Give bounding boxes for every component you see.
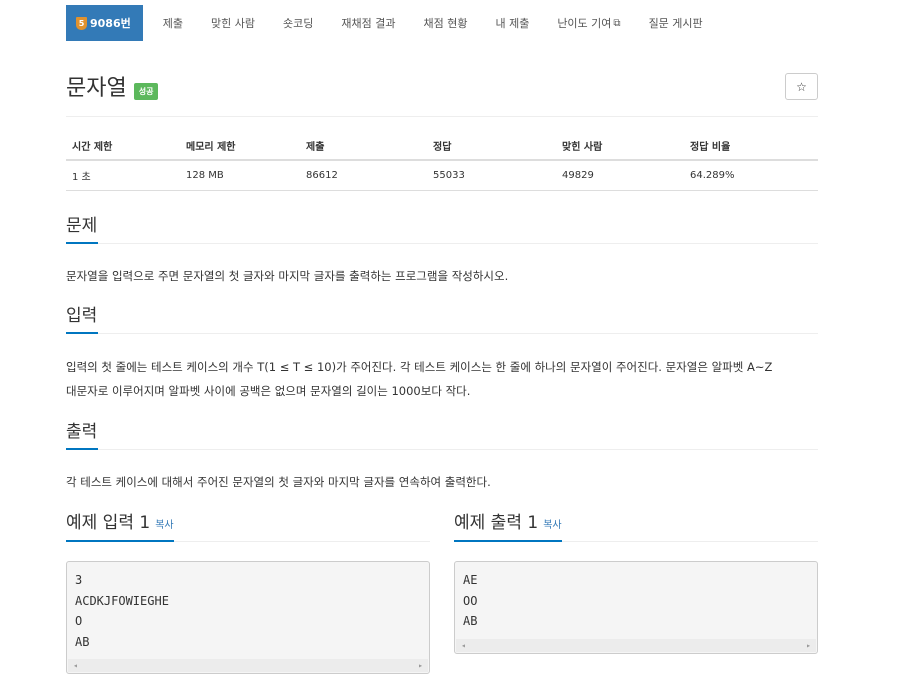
nav-question-board[interactable]: 질문 게시판 (635, 5, 717, 41)
example-input-line: AB (75, 634, 90, 649)
example-output-line: AB (463, 614, 478, 628)
copy-output-button[interactable]: 복사 (543, 520, 561, 531)
input-description: 입력의 첫 줄에는 테스트 케이스의 개수 T(1 ≤ T ≤ 10)가 주어진… (66, 355, 826, 403)
nav-difficulty-label: 난이도 기여 (557, 17, 612, 30)
page-title: 문자열 (66, 76, 127, 101)
example-input-line: 3 (75, 573, 83, 587)
problem-header: 문자열 성공 (66, 70, 159, 102)
star-icon: ☆ (796, 79, 807, 94)
input-description-line-1: 입력의 첫 줄에는 테스트 케이스의 개수 T(1 ≤ T ≤ 10)가 주어진… (66, 360, 773, 374)
problem-info-table: 시간 제한 메모리 제한 제출 정답 맞힌 사람 정답 비율 1 초 128 M… (66, 131, 818, 191)
nav-problem-number[interactable]: 5 9086번 (66, 5, 143, 41)
status-badge: 성공 (133, 82, 159, 100)
copy-input-button[interactable]: 복사 (155, 520, 173, 531)
cell-accepted: 55033 (433, 170, 465, 181)
example-input-line: ACDKJFOWIEGHE (75, 593, 169, 608)
input-section-header: 입력 (66, 304, 818, 334)
example-output-box[interactable]: AE OO AB ◂ ▸ (454, 561, 818, 654)
example-output-line: AE (463, 573, 478, 587)
horizontal-scrollbar[interactable]: ◂ ▸ (68, 659, 428, 672)
nav-judge-status[interactable]: 채점 현황 (409, 5, 481, 41)
example-output-title-wrap: 예제 출력 1 복사 (454, 512, 562, 542)
cell-memory-limit: 128 MB (186, 170, 224, 181)
nav-problem-label: 9086번 (90, 17, 131, 30)
example-input-title: 예제 입력 1 (66, 513, 151, 533)
header-time-limit: 시간 제한 (72, 141, 113, 153)
scroll-left-icon[interactable]: ◂ (73, 661, 78, 670)
example-output-line: OO (463, 593, 478, 608)
title-divider (66, 116, 818, 117)
input-section-title: 입력 (66, 304, 99, 334)
external-link-icon: ⧉ (613, 17, 621, 29)
example-input-header: 예제 입력 1 복사 (66, 512, 430, 542)
header-accept-rate: 정답 비율 (690, 141, 731, 153)
tier-badge-icon: 5 (76, 16, 87, 30)
header-accepted: 정답 (433, 141, 452, 153)
header-memory-limit: 메모리 제한 (186, 141, 236, 153)
example-output-title: 예제 출력 1 (454, 513, 539, 533)
cell-time-limit: 1 초 (72, 172, 91, 183)
example-input-title-wrap: 예제 입력 1 복사 (66, 512, 174, 542)
cell-accept-rate: 64.289% (690, 170, 735, 181)
problem-description: 문자열을 입력으로 주면 문자열의 첫 글자와 마지막 글자를 출력하는 프로그… (66, 269, 509, 283)
scroll-right-icon[interactable]: ▸ (418, 661, 423, 670)
nav-rejudge-results[interactable]: 재채점 결과 (327, 5, 409, 41)
problem-section-title: 문제 (66, 214, 99, 244)
output-description: 각 테스트 케이스에 대해서 주어진 문자열의 첫 글자와 마지막 글자를 연속… (66, 475, 491, 489)
table-header-row: 시간 제한 메모리 제한 제출 정답 맞힌 사람 정답 비율 (66, 131, 818, 161)
nav-solved-users[interactable]: 맞힌 사람 (197, 5, 269, 41)
problem-section-header: 문제 (66, 214, 818, 244)
scroll-left-icon[interactable]: ◂ (461, 641, 466, 650)
header-submissions: 제출 (306, 141, 325, 153)
cell-solved-users: 49829 (562, 170, 594, 181)
nav-submit[interactable]: 제출 (149, 5, 197, 41)
favorite-button[interactable]: ☆ (785, 73, 818, 100)
example-output-header: 예제 출력 1 복사 (454, 512, 818, 542)
example-input-box[interactable]: 3 ACDKJFOWIEGHE O AB ◂ ▸ (66, 561, 430, 674)
output-section-title: 출력 (66, 420, 99, 450)
nav-my-submissions[interactable]: 내 제출 (481, 5, 543, 41)
output-section-header: 출력 (66, 420, 818, 450)
example-input-line: O (75, 614, 83, 628)
table-row: 1 초 128 MB 86612 55033 49829 64.289% (66, 161, 818, 191)
input-description-line-2: 대문자로 이루어지며 알파벳 사이에 공백은 없으며 문자열의 길이는 1000… (66, 384, 471, 398)
problem-nav: 5 9086번 제출 맞힌 사람 숏코딩 재채점 결과 채점 현황 내 제출 난… (66, 5, 717, 41)
nav-short-coding[interactable]: 숏코딩 (269, 5, 327, 41)
scroll-right-icon[interactable]: ▸ (806, 641, 811, 650)
nav-difficulty-contribution[interactable]: 난이도 기여 ⧉ (543, 5, 634, 41)
cell-submissions: 86612 (306, 170, 338, 181)
header-solved-users: 맞힌 사람 (562, 141, 603, 153)
horizontal-scrollbar[interactable]: ◂ ▸ (456, 639, 816, 652)
